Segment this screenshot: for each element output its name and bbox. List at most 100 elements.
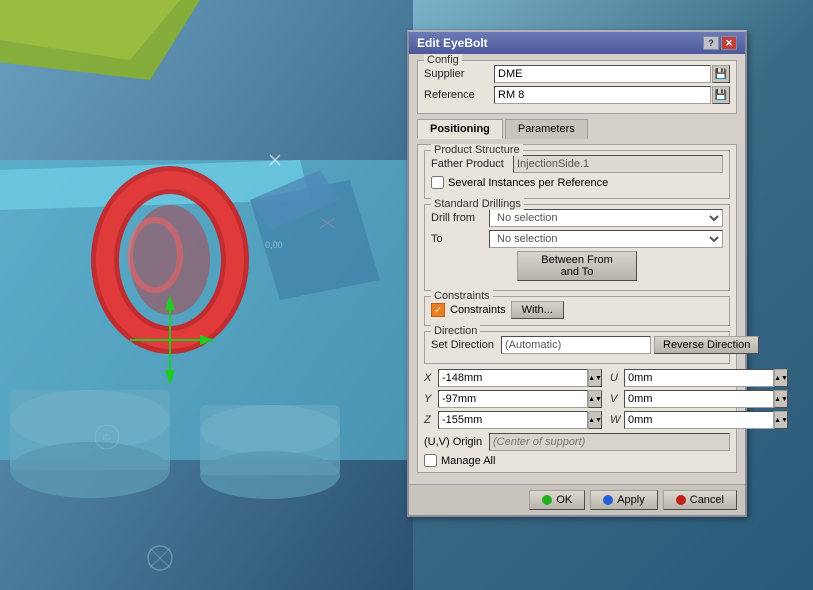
reference-label: Reference: [424, 89, 494, 101]
reference-icon-btn[interactable]: 💾: [712, 86, 730, 104]
z-input-wrap: ▲▼: [438, 411, 602, 429]
to-label: To: [431, 233, 489, 245]
config-section-label: Config: [424, 54, 462, 66]
product-structure-label: Product Structure: [431, 144, 523, 156]
y-label: Y: [424, 393, 438, 405]
ok-label: OK: [556, 494, 572, 506]
close-button[interactable]: ✕: [721, 36, 737, 50]
v-input[interactable]: [624, 390, 774, 408]
dialog-footer: OK Apply Cancel: [409, 484, 745, 515]
direction-section: Direction Set Direction Reverse Directio…: [424, 331, 730, 364]
supplier-row: Supplier 💾: [424, 65, 730, 83]
origin-label: (U,V) Origin: [424, 436, 489, 448]
y-input-wrap: ▲▼: [438, 390, 602, 408]
apply-label: Apply: [617, 494, 645, 506]
constraints-check-icon: ✓: [431, 303, 445, 317]
u-input-wrap: ▲▼: [624, 369, 788, 387]
origin-row: (U,V) Origin: [424, 433, 730, 451]
direction-section-label: Direction: [431, 325, 480, 337]
v-input-wrap: ▲▼: [624, 390, 788, 408]
x-coord-row: X ▲▼: [424, 369, 602, 387]
help-button[interactable]: ?: [703, 36, 719, 50]
product-structure-section: Product Structure Father Product Several…: [424, 150, 730, 199]
father-product-input[interactable]: [513, 155, 723, 173]
constraints-section: Constraints ✓ Constraints With...: [424, 296, 730, 326]
config-section: Config Supplier 💾 Reference 💾: [417, 60, 737, 114]
drill-from-row: Drill from No selection: [431, 209, 723, 227]
tabs-bar: Positioning Parameters: [417, 119, 737, 139]
x-spinner[interactable]: ▲▼: [588, 369, 602, 387]
standard-drillings-section: Standard Drillings Drill from No selecti…: [424, 204, 730, 291]
w-input-wrap: ▲▼: [624, 411, 788, 429]
drill-from-label: Drill from: [431, 212, 489, 224]
reference-input[interactable]: [494, 86, 711, 104]
w-label: W: [610, 414, 624, 426]
father-product-row: Father Product: [431, 155, 723, 173]
y-coord-row: Y ▲▼: [424, 390, 602, 408]
titlebar-buttons: ? ✕: [703, 36, 737, 50]
edit-eyebolt-dialog: Edit EyeBolt ? ✕ Config Supplier 💾 Refer…: [407, 30, 747, 517]
supplier-label: Supplier: [424, 68, 494, 80]
supplier-field-wrap: 💾: [494, 65, 730, 83]
positioning-tab-content: Product Structure Father Product Several…: [417, 144, 737, 473]
cancel-button[interactable]: Cancel: [663, 490, 737, 510]
z-label: Z: [424, 414, 438, 426]
ok-circle-icon: [542, 495, 552, 505]
tab-parameters[interactable]: Parameters: [505, 119, 588, 139]
direction-row: Set Direction Reverse Direction: [431, 336, 723, 354]
father-product-label: Father Product: [431, 158, 513, 170]
svg-text:0,00: 0,00: [265, 240, 283, 250]
cad-scene: © 0,00: [0, 0, 413, 590]
supplier-icon-btn[interactable]: 💾: [712, 65, 730, 83]
several-instances-label: Several Instances per Reference: [448, 177, 608, 189]
reverse-direction-button[interactable]: Reverse Direction: [654, 336, 759, 354]
y-input[interactable]: [438, 390, 588, 408]
x-input[interactable]: [438, 369, 588, 387]
cancel-circle-icon: [676, 495, 686, 505]
ok-button[interactable]: OK: [529, 490, 585, 510]
with-button[interactable]: With...: [511, 301, 564, 319]
u-spinner[interactable]: ▲▼: [774, 369, 788, 387]
reference-row: Reference 💾: [424, 86, 730, 104]
v-spinner[interactable]: ▲▼: [774, 390, 788, 408]
dialog-title: Edit EyeBolt: [417, 36, 488, 50]
constraints-row: ✓ Constraints With...: [431, 301, 723, 319]
several-instances-checkbox[interactable]: [431, 176, 444, 189]
z-input[interactable]: [438, 411, 588, 429]
v-coord-row: V ▲▼: [610, 390, 788, 408]
between-from-to-button[interactable]: Between From and To: [517, 251, 637, 281]
cancel-label: Cancel: [690, 494, 724, 506]
manage-all-label: Manage All: [441, 455, 495, 467]
supplier-input[interactable]: [494, 65, 711, 83]
to-row: To No selection: [431, 230, 723, 248]
u-label: U: [610, 372, 624, 384]
dialog-body: Config Supplier 💾 Reference 💾 Positionin…: [409, 54, 745, 484]
z-spinner[interactable]: ▲▼: [588, 411, 602, 429]
several-instances-row: Several Instances per Reference: [431, 176, 723, 189]
w-spinner[interactable]: ▲▼: [774, 411, 788, 429]
dialog-titlebar: Edit EyeBolt ? ✕: [409, 32, 745, 54]
set-direction-input[interactable]: [501, 336, 651, 354]
coordinates-grid: X ▲▼ U ▲▼ Y: [424, 369, 730, 429]
u-coord-row: U ▲▼: [610, 369, 788, 387]
w-input[interactable]: [624, 411, 774, 429]
set-direction-label: Set Direction: [431, 339, 501, 351]
standard-drillings-label: Standard Drillings: [431, 198, 524, 210]
v-label: V: [610, 393, 624, 405]
origin-input[interactable]: [489, 433, 730, 451]
manage-all-row: Manage All: [424, 454, 730, 467]
constraints-section-label: Constraints: [431, 290, 493, 302]
to-select[interactable]: No selection: [489, 230, 723, 248]
constraints-label: Constraints: [450, 304, 506, 316]
x-label: X: [424, 372, 438, 384]
apply-button[interactable]: Apply: [590, 490, 658, 510]
x-input-wrap: ▲▼: [438, 369, 602, 387]
drill-from-select[interactable]: No selection: [489, 209, 723, 227]
w-coord-row: W ▲▼: [610, 411, 788, 429]
y-spinner[interactable]: ▲▼: [588, 390, 602, 408]
tab-positioning[interactable]: Positioning: [417, 119, 503, 139]
manage-all-checkbox[interactable]: [424, 454, 437, 467]
apply-circle-icon: [603, 495, 613, 505]
u-input[interactable]: [624, 369, 774, 387]
z-coord-row: Z ▲▼: [424, 411, 602, 429]
